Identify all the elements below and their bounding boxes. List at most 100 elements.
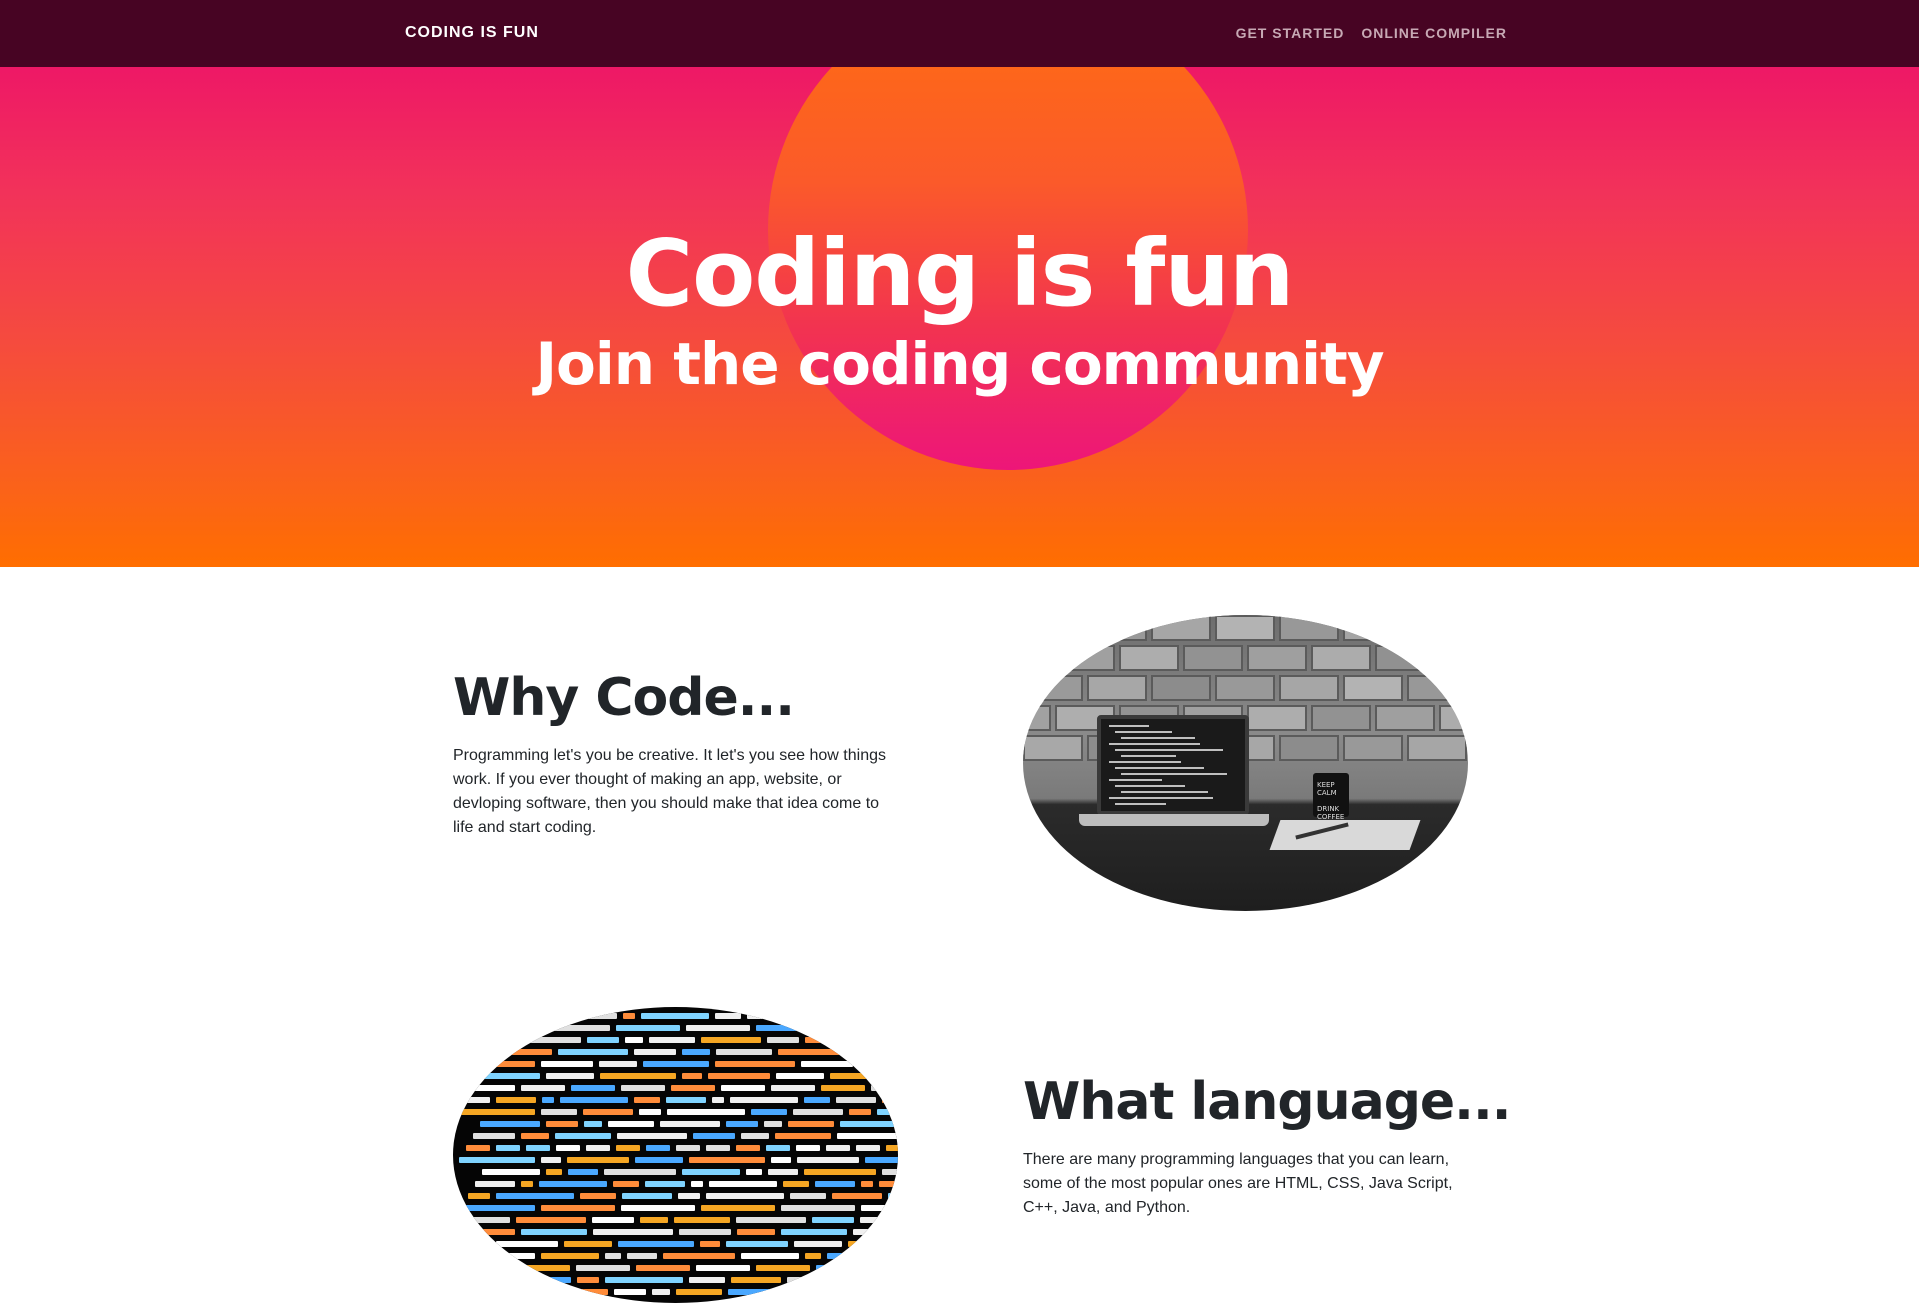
- code-line-segment: [764, 1121, 782, 1127]
- code-line-segment: [577, 1277, 599, 1283]
- code-line-segment: [459, 1157, 535, 1163]
- code-line-segment: [472, 1289, 490, 1295]
- code-line-segment: [682, 1073, 702, 1079]
- code-line-segment: [660, 1121, 720, 1127]
- nav-links: GET STARTED ONLINE COMPILER: [1236, 25, 1507, 41]
- code-line-segment: [796, 1145, 820, 1151]
- code-line-segment: [541, 1253, 599, 1259]
- brick: [1087, 615, 1147, 641]
- code-line-segment: [771, 1085, 815, 1091]
- code-line-segment: [861, 1205, 898, 1211]
- code-line-segment: [599, 1061, 637, 1067]
- laptop-code-line: [1109, 779, 1162, 781]
- code-line-segment: [731, 1277, 781, 1283]
- code-line-segment: [526, 1145, 550, 1151]
- code-line-segment: [478, 1073, 540, 1079]
- code-line-segment: [516, 1217, 586, 1223]
- brick: [1215, 615, 1275, 641]
- code-line-segment: [787, 1277, 809, 1283]
- code-line-segment: [482, 1169, 540, 1175]
- code-line-segment: [516, 1265, 570, 1271]
- what-language-text: There are many programming languages tha…: [1023, 1151, 1453, 1216]
- what-language-heading: What language...: [1023, 1072, 1511, 1132]
- code-line-segment: [865, 1157, 898, 1163]
- code-line-segment: [682, 1049, 710, 1055]
- code-line-segment: [830, 1073, 898, 1079]
- code-line-segment: [496, 1145, 520, 1151]
- brick: [1343, 615, 1403, 641]
- code-line-segment: [804, 1169, 876, 1175]
- brick: [1439, 705, 1468, 731]
- code-line-segment: [678, 1193, 700, 1199]
- code-line-segment: [521, 1229, 587, 1235]
- code-line-segment: [521, 1133, 549, 1139]
- code-line-segment: [840, 1121, 898, 1127]
- code-line-segment: [781, 1229, 847, 1235]
- code-line-segment: [751, 1109, 787, 1115]
- code-line-segment: [617, 1133, 687, 1139]
- code-line-segment: [826, 1145, 850, 1151]
- laptop-base: [1079, 814, 1269, 826]
- code-line-segment: [882, 1097, 894, 1103]
- code-line-segment: [475, 1181, 515, 1187]
- code-line-segment: [837, 1133, 898, 1139]
- code-line-segment: [649, 1037, 695, 1043]
- code-line-segment: [555, 1133, 611, 1139]
- code-line-segment: [848, 1241, 898, 1247]
- code-line-segment: [564, 1241, 612, 1247]
- code-line-segment: [693, 1133, 735, 1139]
- hero-subtitle: Join the coding community: [535, 330, 1384, 398]
- code-line-segment: [560, 1097, 628, 1103]
- brick: [1055, 645, 1115, 671]
- laptop-code-line: [1109, 725, 1149, 727]
- code-line-segment: [816, 1265, 870, 1271]
- laptop-code-line: [1115, 731, 1172, 733]
- code-line-segment: [826, 1025, 890, 1031]
- nav-link-online-compiler[interactable]: ONLINE COMPILER: [1361, 25, 1507, 41]
- code-line-segment: [634, 1097, 660, 1103]
- code-line-segment: [859, 1061, 897, 1067]
- brick: [1119, 645, 1179, 671]
- code-line-segment: [464, 1097, 490, 1103]
- laptop-code-line: [1109, 797, 1213, 799]
- laptop-code-line: [1121, 737, 1195, 739]
- code-line-segment: [741, 1133, 769, 1139]
- code-line-segment: [871, 1085, 898, 1091]
- code-line-segment: [888, 1193, 898, 1199]
- brick: [1023, 615, 1083, 641]
- code-line-segment: [836, 1097, 876, 1103]
- code-line-segment: [455, 1061, 535, 1067]
- brick: [1279, 615, 1339, 641]
- code-line-segment: [832, 1289, 850, 1295]
- nav-link-get-started[interactable]: GET STARTED: [1236, 25, 1345, 41]
- code-line-segment: [679, 1229, 731, 1235]
- code-line-segment: [794, 1241, 842, 1247]
- code-line-segment: [476, 1025, 540, 1031]
- code-line-segment: [716, 1049, 772, 1055]
- code-line-segment: [832, 1193, 882, 1199]
- brick: [1407, 735, 1467, 761]
- laptop-code-line: [1109, 743, 1200, 745]
- brand-link[interactable]: CODING IS FUN: [405, 24, 539, 42]
- code-line-segment: [636, 1265, 690, 1271]
- code-line-segment: [881, 1037, 898, 1043]
- code-line-segment: [548, 1289, 608, 1295]
- code-line-segment: [689, 1277, 725, 1283]
- code-line-segment: [894, 1217, 898, 1223]
- code-line-segment: [686, 1025, 750, 1031]
- code-line-segment: [726, 1241, 788, 1247]
- code-line-segment: [715, 1061, 795, 1067]
- code-line-segment: [797, 1157, 859, 1163]
- code-line-segment: [863, 1253, 898, 1259]
- code-line-segment: [793, 1013, 805, 1019]
- brick: [1407, 675, 1467, 701]
- code-line-segment: [614, 1289, 646, 1295]
- code-line-segment: [580, 1193, 616, 1199]
- code-line-segment: [466, 1145, 490, 1151]
- code-line-segment: [682, 1169, 740, 1175]
- brick: [1279, 675, 1339, 701]
- code-line-segment: [689, 1157, 765, 1163]
- code-line-segment: [546, 1121, 578, 1127]
- laptop-code-line: [1109, 761, 1181, 763]
- brick: [1151, 615, 1211, 641]
